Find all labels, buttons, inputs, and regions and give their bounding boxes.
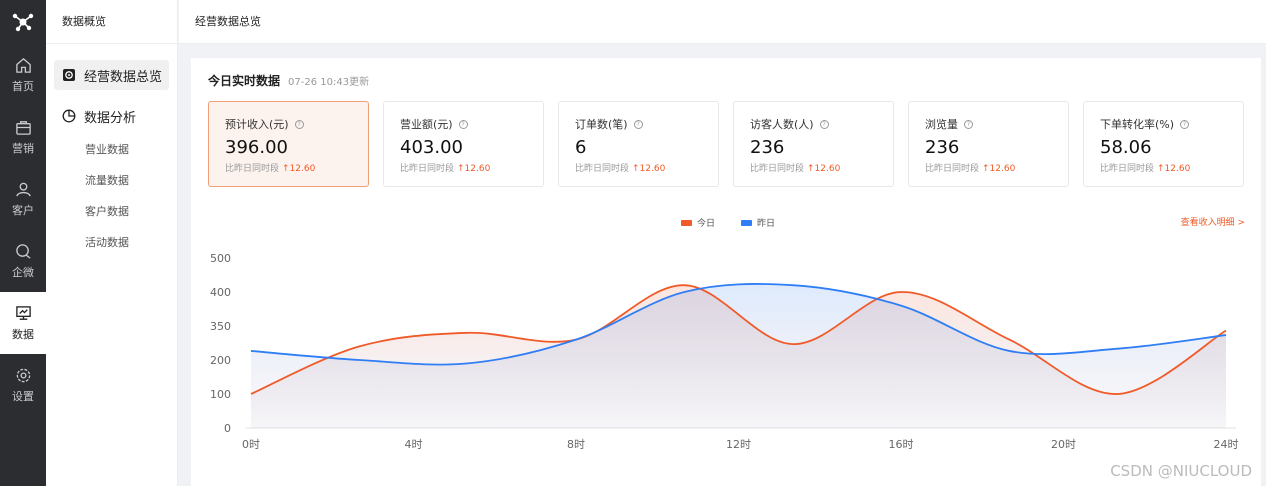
subnav-item-business[interactable]: 营业数据: [46, 134, 177, 165]
stat-label: 预计收入(元): [225, 118, 289, 131]
subnav-item-overview[interactable]: 经营数据总览: [54, 60, 169, 90]
dashboard-icon: [63, 69, 75, 81]
stat-label: 订单数(笔): [575, 118, 628, 131]
stat-compare: 比昨日同时段: [575, 164, 630, 174]
rail-item-label: 数据: [12, 327, 34, 341]
subnav-item-activity[interactable]: 活动数据: [46, 227, 177, 258]
rail-item-label: 营销: [12, 141, 34, 155]
y-tick-label: 100: [210, 388, 231, 401]
stat-card-expected-revenue[interactable]: 预计收入(元)? 396.00 比昨日同时段 ↑12.60: [208, 101, 369, 187]
logo-icon: [12, 13, 34, 32]
gear-icon: [16, 368, 30, 382]
watermark: CSDN @NIUCLOUD: [1110, 462, 1252, 480]
rail-item-customer[interactable]: 客户: [0, 168, 46, 230]
help-icon[interactable]: ?: [964, 119, 973, 129]
stat-label: 下单转化率(%): [1100, 118, 1175, 131]
help-icon[interactable]: ?: [1180, 119, 1190, 129]
realtime-card: 今日实时数据 07-26 10:43更新 预计收入(元)? 396.00 比昨日…: [191, 58, 1261, 486]
stat-delta: ↑12.60: [982, 164, 1016, 174]
subnav-item-customer[interactable]: 客户数据: [46, 196, 177, 227]
rail-item-label: 首页: [12, 79, 34, 93]
pie-chart-icon: [62, 109, 76, 123]
stat-delta: ↑12.60: [632, 164, 666, 174]
help-icon[interactable]: ?: [458, 119, 468, 129]
legend-swatch: [741, 219, 753, 226]
trend-chart: 0 100 200 350 400 500 0时 4时 8时 12时 16时 20时 24时: [210, 252, 1239, 451]
help-icon[interactable]: ?: [819, 119, 829, 129]
subnav-title: 数据概览: [46, 0, 177, 44]
help-icon[interactable]: ?: [294, 119, 304, 129]
page-header: 经营数据总览: [179, 0, 1266, 44]
rail-item-wecom[interactable]: 企微: [0, 230, 46, 292]
monitor-icon: [15, 305, 31, 320]
page-title: 经营数据总览: [195, 15, 261, 28]
chat-icon: [15, 243, 31, 259]
chart-legend: 今日 昨日: [681, 216, 801, 229]
stat-value: 396.00: [225, 137, 288, 158]
stat-compare: 比昨日同时段: [925, 164, 980, 174]
user-icon: [15, 182, 31, 196]
stat-compare: 比昨日同时段: [750, 164, 805, 174]
card-header: 今日实时数据 07-26 10:43更新: [208, 72, 369, 89]
rail-item-marketing[interactable]: 营销: [0, 106, 46, 168]
y-tick-label: 0: [224, 422, 231, 435]
stat-delta: ↑12.60: [457, 164, 491, 174]
secondary-sidebar: 数据概览 经营数据总览 数据分析 营业数据 流量数据 客户数据 活动数据: [46, 0, 178, 486]
stat-compare: 比昨日同时段: [400, 164, 455, 174]
subnav-group-label: 数据分析: [84, 110, 137, 126]
stat-card-turnover[interactable]: 营业额(元)? 403.00 比昨日同时段 ↑12.60: [383, 101, 544, 187]
stat-label: 浏览量: [925, 118, 958, 131]
stat-value: 403.00: [400, 137, 463, 158]
subnav-item-traffic[interactable]: 流量数据: [46, 165, 177, 196]
subnav-group-analysis[interactable]: 数据分析: [54, 104, 169, 128]
home-icon: [15, 57, 31, 73]
legend-swatch: [681, 219, 692, 226]
legend-item-yesterday[interactable]: 昨日: [741, 216, 775, 229]
legend-label: 昨日: [757, 219, 776, 229]
income-detail-link[interactable]: 查看收入明细 >: [1181, 215, 1245, 228]
logo[interactable]: [0, 0, 46, 44]
y-tick-label: 500: [210, 252, 231, 265]
stat-delta: ↑12.60: [807, 164, 841, 174]
x-tick-label: 20时: [1051, 438, 1076, 451]
stat-value: 6: [575, 137, 587, 158]
stat-label: 访客人数(人): [750, 118, 814, 131]
x-tick-label: 0时: [242, 438, 260, 451]
stat-compare: 比昨日同时段: [1100, 164, 1155, 174]
legend-item-today[interactable]: 今日: [681, 216, 715, 229]
x-tick-label: 8时: [567, 438, 585, 451]
update-time: 07-26 10:43更新: [288, 77, 370, 88]
stat-card-orders[interactable]: 订单数(笔)? 6 比昨日同时段 ↑12.60: [558, 101, 719, 187]
stat-delta: ↑12.60: [282, 164, 316, 174]
icon-sidebar: 首页 营销 客户 企微 数据 设置: [0, 0, 46, 486]
y-tick-label: 400: [210, 286, 231, 299]
x-tick-label: 16时: [889, 438, 914, 451]
rail-item-home[interactable]: 首页: [0, 44, 46, 106]
stat-value: 58.06: [1100, 137, 1152, 158]
stat-compare: 比昨日同时段: [225, 164, 280, 174]
stat-card-visitors[interactable]: 访客人数(人)? 236 比昨日同时段 ↑12.60: [733, 101, 894, 187]
rail-item-label: 企微: [12, 265, 34, 279]
subnav-item-label: 经营数据总览: [84, 69, 163, 85]
stat-delta: ↑12.60: [1157, 164, 1191, 174]
x-tick-label: 24时: [1214, 438, 1239, 451]
rail-item-label: 客户: [12, 203, 34, 217]
stat-card-conversion[interactable]: 下单转化率(%)? 58.06 比昨日同时段 ↑12.60: [1083, 101, 1244, 187]
rail-item-settings[interactable]: 设置: [0, 354, 46, 416]
y-tick-label: 350: [210, 320, 231, 333]
stat-card-pageviews[interactable]: 浏览量? 236 比昨日同时段 ↑12.60: [908, 101, 1069, 187]
stat-label: 营业额(元): [400, 118, 453, 131]
y-tick-label: 200: [210, 354, 231, 367]
card-title: 今日实时数据: [208, 74, 281, 88]
bag-icon: [15, 120, 31, 135]
x-tick-label: 12时: [726, 438, 751, 451]
rail-item-data[interactable]: 数据: [0, 292, 46, 354]
legend-label: 今日: [697, 219, 716, 229]
help-icon[interactable]: ?: [633, 119, 643, 129]
stat-value: 236: [925, 137, 960, 158]
rail-item-label: 设置: [12, 389, 34, 403]
x-tick-label: 4时: [405, 438, 423, 451]
stat-value: 236: [750, 137, 785, 158]
